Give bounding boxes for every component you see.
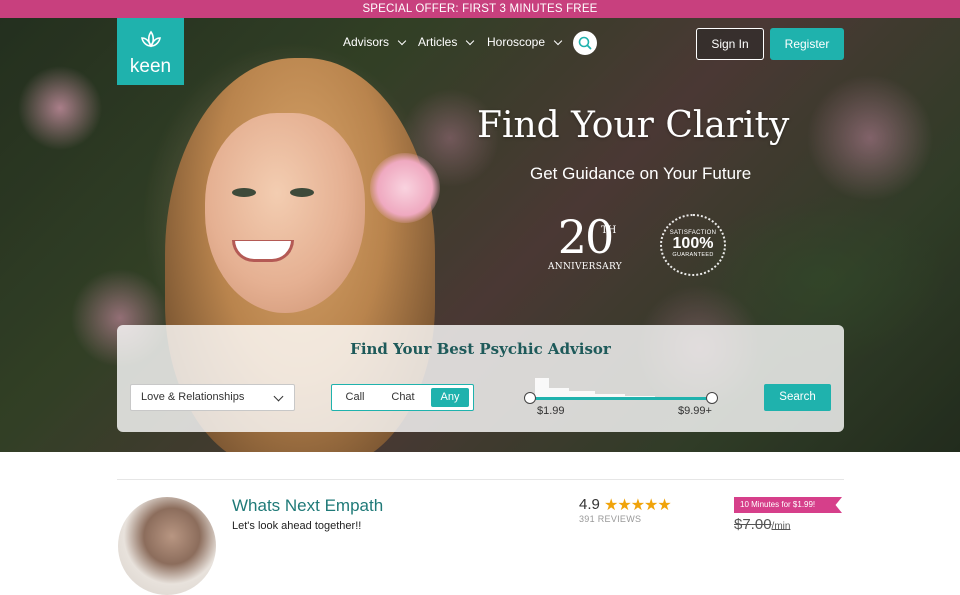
search-icon [578,36,592,50]
hero-subtitle: Get Guidance on Your Future [530,164,752,183]
nav-advisors[interactable]: Advisors [343,35,407,49]
satisfaction-bottom: GUARANTEED [672,252,714,258]
anniversary-suffix: TH [601,225,617,236]
old-price-unit: /min [771,521,791,532]
category-select[interactable]: Love & Relationships [130,384,295,411]
chevron-down-icon [273,391,284,402]
anniversary-number: 20 [557,210,615,264]
nav-articles[interactable]: Articles [418,35,475,49]
mode-any[interactable]: Any [431,388,469,407]
advisor-old-price: $7.00/min [734,516,790,533]
advisor-tagline: Let's look ahead together!! [232,520,362,532]
mode-call[interactable]: Call [335,388,375,407]
promo-text: SPECIAL OFFER: FIRST 3 MINUTES FREE [362,3,598,15]
sign-in-button[interactable]: Sign In [696,28,764,60]
anniversary-label: ANNIVERSARY [547,262,623,272]
mode-chat[interactable]: Chat [380,388,426,407]
advisor-name[interactable]: Whats Next Empath [232,496,383,516]
nav-horoscope[interactable]: Horoscope [487,35,563,49]
satisfaction-badge: SATISFACTION 100% GUARANTEED [660,214,726,276]
nav-advisors-label: Advisors [343,35,390,49]
finder-search-button[interactable]: Search [764,384,831,411]
promo-banner[interactable]: SPECIAL OFFER: FIRST 3 MINUTES FREE [0,0,960,18]
nav-horoscope-label: Horoscope [487,35,546,49]
hero-eye-left [232,188,256,197]
price-min-label: $1.99 [537,405,565,417]
advisor-finder: Find Your Best Psychic Advisor Love & Re… [117,325,844,432]
price-range-track [530,397,712,400]
advisor-avatar[interactable] [118,497,216,595]
register-button[interactable]: Register [770,28,844,60]
lotus-icon [141,30,161,48]
search-button[interactable] [573,31,597,55]
section-divider [117,479,844,480]
hero-flower [370,153,440,223]
advisor-rating: 4.9 [579,496,600,513]
logo-text: keen [129,56,172,77]
nav-articles-label: Articles [418,35,458,49]
chevron-down-icon [553,36,563,45]
finder-title: Find Your Best Psychic Advisor [350,340,611,358]
price-max-handle[interactable] [706,392,718,404]
category-selected: Love & Relationships [141,391,245,403]
satisfaction-percent: 100% [672,235,714,252]
hero-title: Find Your Clarity [477,105,790,146]
offer-badge: 10 Minutes for $1.99! [734,497,842,513]
chevron-down-icon [466,36,475,45]
anniversary-badge: 20 TH ANNIVERSARY [545,213,625,283]
old-price-value: $7.00 [734,516,772,533]
hero-eye-right [290,188,314,197]
price-min-handle[interactable] [524,392,536,404]
chevron-down-icon [397,36,407,45]
hero-face [205,113,365,313]
price-max-label: $9.99+ [678,405,712,417]
rating-stars-icon: ★★★★★ [604,497,672,514]
keen-logo[interactable]: keen [117,18,184,85]
advisor-reviews[interactable]: 391 REVIEWS [579,514,641,524]
mode-toggle: Call Chat Any [331,384,474,411]
